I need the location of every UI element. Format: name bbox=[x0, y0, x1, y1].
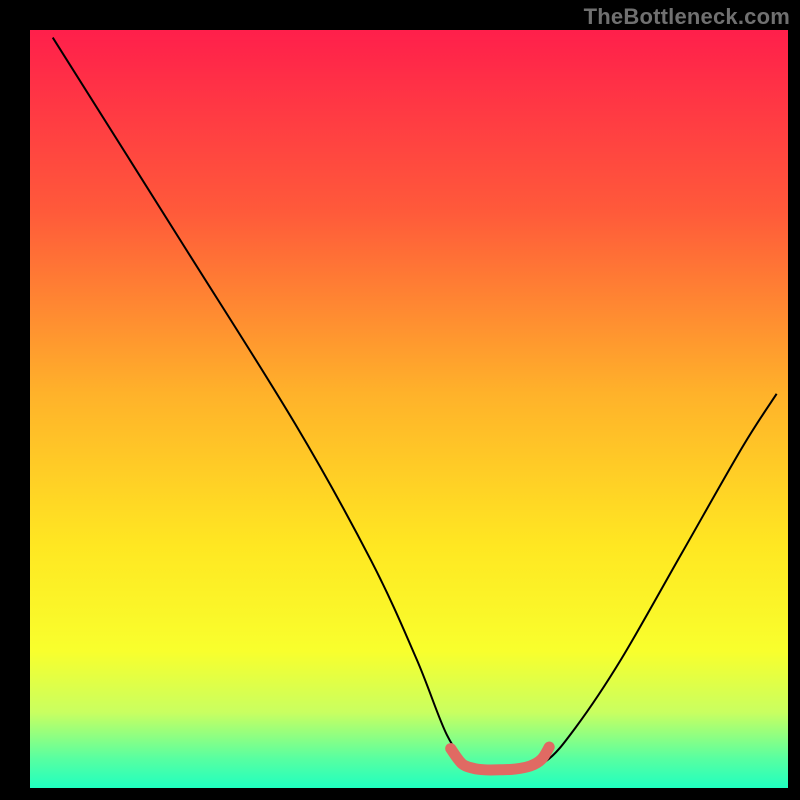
chart-background bbox=[30, 30, 788, 788]
bottleneck-curve-chart bbox=[0, 0, 800, 800]
chart-stage: TheBottleneck.com bbox=[0, 0, 800, 800]
watermark-text: TheBottleneck.com bbox=[584, 4, 790, 30]
